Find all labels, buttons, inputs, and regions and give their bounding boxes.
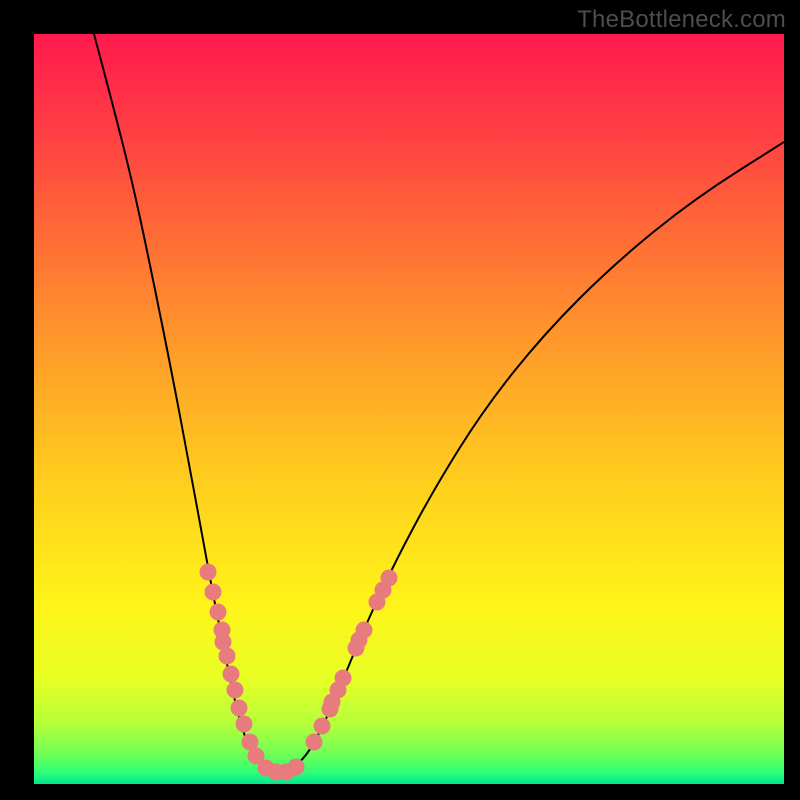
watermark-text: TheBottleneck.com (577, 6, 786, 34)
data-dots (200, 564, 398, 781)
bottleneck-curve (94, 34, 784, 771)
data-dot (227, 682, 244, 699)
data-dot (219, 648, 236, 665)
frame: TheBottleneck.com (0, 0, 800, 800)
data-dot (335, 670, 352, 687)
data-dot (231, 700, 248, 717)
data-dot (236, 716, 253, 733)
plot-area (34, 34, 784, 784)
data-dot (223, 666, 240, 683)
data-dot (200, 564, 217, 581)
data-dot (288, 759, 305, 776)
data-dot (381, 570, 398, 587)
data-dot (314, 718, 331, 735)
data-dot (356, 622, 373, 639)
data-dot (210, 604, 227, 621)
data-dot (205, 584, 222, 601)
data-dot (306, 734, 323, 751)
chart-svg (34, 34, 784, 784)
